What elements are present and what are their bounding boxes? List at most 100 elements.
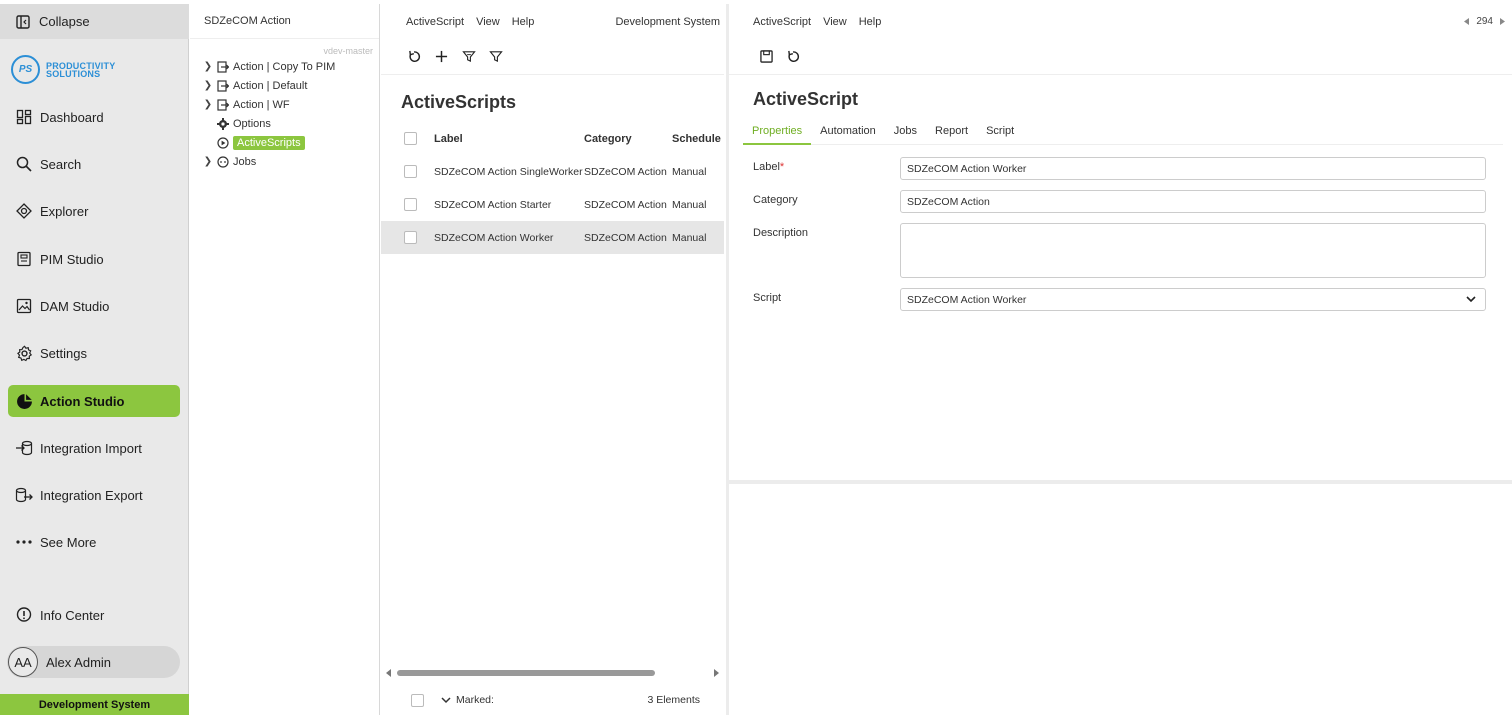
table-row[interactable]: SDZeCOM Action Worker SDZeCOM Action Man… (381, 221, 724, 254)
menu-activescript[interactable]: ActiveScript (406, 16, 464, 28)
detail-tabs: Properties Automation Jobs Report Script (743, 121, 1503, 145)
label-field-text: Label (753, 161, 780, 173)
marked-checkbox[interactable] (411, 693, 424, 707)
nav-item-integration-import[interactable]: Integration Import (8, 432, 180, 464)
element-count: 3 Elements (647, 694, 700, 706)
tree-node-label: Action | Copy To PIM (233, 60, 336, 73)
nav-item-label: Info Center (40, 607, 105, 623)
reload-button[interactable] (780, 47, 807, 67)
action-icon (216, 79, 230, 93)
table-row[interactable]: SDZeCOM Action Starter SDZeCOM Action Ma… (381, 188, 724, 221)
plus-icon (435, 50, 448, 63)
next-icon[interactable] (1498, 17, 1506, 26)
menu-activescript[interactable]: ActiveScript (753, 16, 811, 28)
tab-report[interactable]: Report (926, 121, 977, 145)
cell-schedule: Manual (672, 165, 707, 178)
tree-node-options[interactable]: Options (202, 115, 271, 132)
avatar: AA (8, 647, 38, 677)
filter-button[interactable] (482, 47, 509, 67)
category-field-label: Category (753, 194, 798, 206)
activescripts-table: Label Category Schedule SDZeCOM Action S… (381, 122, 724, 254)
script-select-value: SDZeCOM Action Worker (907, 293, 1027, 306)
category-input[interactable]: SDZeCOM Action (900, 190, 1486, 213)
table-row[interactable]: SDZeCOM Action SingleWorker SDZeCOM Acti… (381, 155, 724, 188)
scrollbar-thumb[interactable] (397, 670, 655, 676)
collapse-icon (16, 14, 30, 29)
collapse-button[interactable]: Collapse (0, 4, 189, 39)
system-label: Development System (615, 15, 720, 28)
table-header: Label Category Schedule (381, 122, 724, 155)
menu-view[interactable]: View (823, 16, 847, 28)
tab-automation[interactable]: Automation (811, 121, 885, 145)
add-button[interactable] (428, 47, 455, 67)
nav-item-label: Settings (40, 345, 87, 361)
nav-item-dashboard[interactable]: Dashboard (8, 101, 180, 133)
nav-item-action-studio[interactable]: Action Studio (8, 385, 180, 417)
scroll-right-icon[interactable] (712, 668, 720, 678)
panel-divider (729, 480, 1512, 484)
pim-studio-icon (15, 250, 33, 268)
user-menu[interactable]: AA Alex Admin (7, 646, 180, 678)
nav-item-see-more[interactable]: See More (8, 526, 180, 558)
menu-help[interactable]: Help (512, 16, 535, 28)
search-icon (15, 155, 33, 173)
nav-item-label: Action Studio (40, 393, 125, 409)
row-checkbox[interactable] (404, 165, 417, 178)
chevron-right-icon[interactable]: ❯ (202, 80, 214, 91)
tree-node-action-default[interactable]: ❯ Action | Default (202, 77, 308, 94)
refresh-button[interactable] (401, 47, 428, 67)
dashboard-icon (15, 108, 33, 126)
tree-node-action-copy-to-pim[interactable]: ❯ Action | Copy To PIM (202, 58, 336, 75)
nav-item-info-center[interactable]: Info Center (8, 599, 180, 631)
chevron-right-icon[interactable]: ❯ (202, 99, 214, 110)
nav-item-search[interactable]: Search (8, 148, 180, 180)
menu-view[interactable]: View (476, 16, 500, 28)
gear-icon (15, 344, 33, 362)
script-select[interactable]: SDZeCOM Action Worker (900, 288, 1486, 311)
tab-jobs[interactable]: Jobs (885, 121, 926, 145)
info-icon (15, 606, 33, 624)
chevron-right-icon[interactable]: ❯ (202, 156, 214, 167)
tree-node-action-wf[interactable]: ❯ Action | WF (202, 96, 290, 113)
label-field-label: Label* (753, 161, 784, 173)
required-mark: * (779, 161, 785, 173)
nav-item-settings[interactable]: Settings (8, 337, 180, 369)
filter-settings-button[interactable] (455, 47, 482, 67)
tab-properties[interactable]: Properties (743, 121, 812, 145)
nav-item-integration-export[interactable]: Integration Export (8, 479, 180, 511)
label-input[interactable]: SDZeCOM Action Worker (900, 157, 1486, 180)
export-icon (15, 486, 33, 504)
save-button[interactable] (753, 47, 780, 67)
row-checkbox[interactable] (404, 231, 417, 244)
tree-node-label: Action | WF (233, 98, 290, 111)
menu-help[interactable]: Help (859, 16, 882, 28)
image-icon (15, 297, 33, 315)
column-schedule[interactable]: Schedule (672, 133, 722, 145)
scroll-left-icon[interactable] (385, 668, 393, 678)
horizontal-scrollbar[interactable] (385, 667, 722, 679)
nav-item-label: See More (40, 534, 97, 550)
row-checkbox[interactable] (404, 198, 417, 211)
description-field-label: Description (753, 227, 809, 239)
tree-node-jobs[interactable]: ❯ Jobs (202, 153, 256, 170)
page-number: 294 (1476, 16, 1493, 27)
tab-script[interactable]: Script (977, 121, 1023, 145)
tree-node-label: Options (233, 117, 271, 130)
previous-icon[interactable] (1463, 17, 1471, 26)
logo-line-2: SOLUTIONS (46, 68, 101, 79)
chevron-right-icon[interactable]: ❯ (202, 61, 214, 72)
chevron-down-icon[interactable] (440, 695, 452, 705)
logo-text: PRODUCTIVITY SOLUTIONS (46, 61, 115, 79)
tree-node-activescripts[interactable]: ActiveScripts (202, 134, 305, 151)
nav-item-explorer[interactable]: Explorer (8, 195, 180, 227)
nav-item-dam-studio[interactable]: DAM Studio (8, 290, 180, 322)
column-label[interactable]: Label (434, 133, 584, 145)
productivity-solutions-logo: PS PRODUCTIVITY SOLUTIONS (11, 55, 115, 84)
cell-category: SDZeCOM Action (584, 165, 667, 178)
gear-icon (216, 117, 230, 131)
column-category[interactable]: Category (584, 133, 672, 145)
select-all-checkbox[interactable] (404, 132, 417, 145)
nav-item-pim-studio[interactable]: PIM Studio (8, 243, 180, 275)
list-menubar: ActiveScript View Help Development Syste… (381, 4, 724, 39)
description-textarea[interactable] (900, 223, 1486, 278)
